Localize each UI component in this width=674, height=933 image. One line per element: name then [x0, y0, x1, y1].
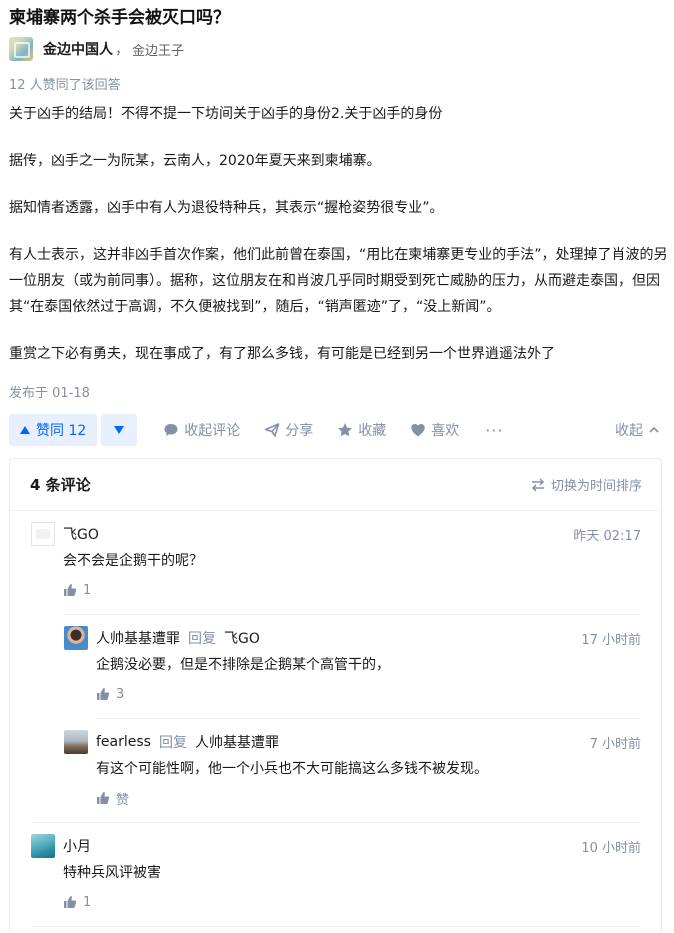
voters-count[interactable]: 12 人赞同了该回答	[9, 74, 121, 93]
comments-count: 4 条评论	[30, 476, 91, 494]
comment-like-count: 1	[83, 582, 92, 598]
answer-paragraph: 有人士表示，这并非凶手首次作案，他们此前曾在泰国，“用比在柬埔寨更专业的手法”，…	[9, 247, 668, 315]
avatar[interactable]	[31, 834, 55, 858]
comment-divider	[63, 614, 641, 615]
avatar[interactable]	[64, 730, 88, 754]
comment-like-button[interactable]: 1	[63, 581, 641, 599]
comment-author[interactable]: 飞GO	[63, 524, 99, 544]
comment-text: 特种兵风评被害	[63, 865, 161, 881]
comment-author[interactable]: fearless	[96, 734, 151, 750]
author-separator: ，	[115, 42, 129, 58]
favorite-button[interactable]: 收藏	[337, 420, 386, 440]
answer-paragraph: 关于凶手的结局！不得不提一下坊间关于凶手的身份2.关于凶手的身份	[9, 106, 443, 122]
comment-like-count: 1	[83, 894, 92, 910]
comment-like-count: 3	[116, 686, 125, 702]
publish-date[interactable]: 发布于 01-18	[9, 382, 90, 401]
reply-label: 回复	[158, 735, 187, 751]
collapse-comments-button[interactable]: 收起评论	[163, 420, 240, 440]
more-button[interactable]: ···	[485, 421, 503, 440]
thumbs-up-icon	[64, 584, 77, 596]
answer-content: 关于凶手的结局！不得不提一下坊间关于凶手的身份2.关于凶手的身份 据传，凶手之一…	[9, 101, 669, 367]
comment-time: 17 小时前	[581, 633, 641, 648]
author-info: 金边中国人 ， 金边王子	[9, 36, 184, 62]
thumbs-up-icon	[97, 688, 110, 700]
comment-item: fearless 回复 人帅基基遭罪 7 小时前 有这个可能性啊，他一个小兵也不…	[64, 730, 641, 808]
comment-like-button[interactable]: 赞	[96, 789, 641, 808]
comment-item: 人帅基基遭罪 回复 飞GO 17 小时前 企鹅没必要，但是不排除是企鹅某个高管干…	[64, 626, 641, 703]
comment-text: 企鹅没必要，但是不排除是企鹅某个高管干的，	[96, 657, 390, 673]
switch-icon	[531, 477, 545, 492]
comment-item: 飞GO 昨天 02:17 会不会是企鹅干的呢？ 1	[31, 522, 641, 599]
answer-page: 柬埔寨两个杀手会被灭口吗？ 金边中国人 ， 金边王子 12 人赞同了该回答 关于…	[0, 0, 674, 933]
like-label: 喜欢	[431, 423, 460, 439]
comment-divider	[31, 822, 641, 823]
collapse-answer-button[interactable]: 收起	[615, 414, 660, 446]
sort-toggle-button[interactable]: 切换为时间排序	[531, 475, 642, 494]
comments-panel: 4 条评论 切换为时间排序 飞GO 昨天 02:17 会不会是企鹅干的呢？ 1	[9, 458, 662, 933]
collapse-comments-label: 收起评论	[184, 423, 241, 439]
answer-actions: 赞同 12 收起评论 分享 收藏 喜欢 ··· 收起	[9, 414, 660, 446]
comment-text: 会不会是企鹅干的呢？	[63, 553, 203, 569]
comment-time: 昨天 02:17	[573, 529, 641, 544]
reply-target[interactable]: 人帅基基遭罪	[195, 732, 279, 752]
comment-like-button[interactable]: 3	[96, 685, 641, 703]
chevron-up-icon	[649, 426, 659, 433]
answer-paragraph: 据传，凶手之一为阮某，云南人，2020年夏天来到柬埔寨。	[9, 153, 381, 169]
upvote-button[interactable]: 赞同 12	[9, 414, 98, 446]
author-name[interactable]: 金边中国人	[43, 39, 113, 59]
favorite-label: 收藏	[358, 423, 387, 439]
comment-divider	[96, 718, 641, 719]
comment-time: 10 小时前	[581, 841, 641, 856]
downvote-button[interactable]	[101, 414, 138, 446]
comment-like-count: 赞	[116, 792, 130, 808]
collapse-label: 收起	[615, 423, 643, 439]
comments-header: 4 条评论 切换为时间排序	[10, 459, 661, 511]
comment-author[interactable]: 小月	[63, 836, 91, 856]
star-icon	[338, 423, 353, 437]
comment-divider	[31, 926, 641, 927]
upvote-icon	[20, 426, 30, 434]
like-button[interactable]: 喜欢	[410, 420, 459, 440]
thumbs-up-icon	[97, 792, 110, 804]
answer-paragraph: 据知情者透露，凶手中有人为退役特种兵，其表示“握枪姿势很专业”。	[9, 200, 444, 216]
share-icon	[264, 423, 280, 437]
downvote-icon	[114, 426, 125, 434]
heart-icon	[411, 424, 425, 437]
author-bio: 金边王子	[132, 43, 185, 59]
question-title[interactable]: 柬埔寨两个杀手会被灭口吗？	[9, 6, 230, 30]
comment-like-button[interactable]: 1	[63, 893, 641, 911]
share-label: 分享	[285, 423, 314, 439]
comment-author[interactable]: 人帅基基遭罪	[96, 628, 180, 648]
sort-label: 切换为时间排序	[550, 479, 642, 494]
comment-text: 有这个可能性啊，他一个小兵也不大可能搞这么多钱不被发现。	[96, 761, 488, 777]
avatar[interactable]	[64, 626, 88, 650]
author-avatar[interactable]	[9, 37, 33, 61]
comment-time: 7 小时前	[589, 737, 641, 752]
avatar[interactable]	[31, 522, 55, 546]
answer-paragraph: 重赏之下必有勇夫，现在事成了，有了那么多钱，有可能是已经到另一个世界逍遥法外了	[9, 346, 555, 362]
share-button[interactable]: 分享	[264, 420, 313, 440]
comment-icon	[164, 424, 178, 436]
reply-label: 回复	[188, 631, 216, 647]
reply-target[interactable]: 飞GO	[224, 628, 260, 648]
comment-item: 小月 10 小时前 特种兵风评被害 1	[31, 834, 641, 911]
upvote-label: 赞同 12	[36, 423, 87, 439]
thumbs-up-icon	[64, 896, 77, 908]
